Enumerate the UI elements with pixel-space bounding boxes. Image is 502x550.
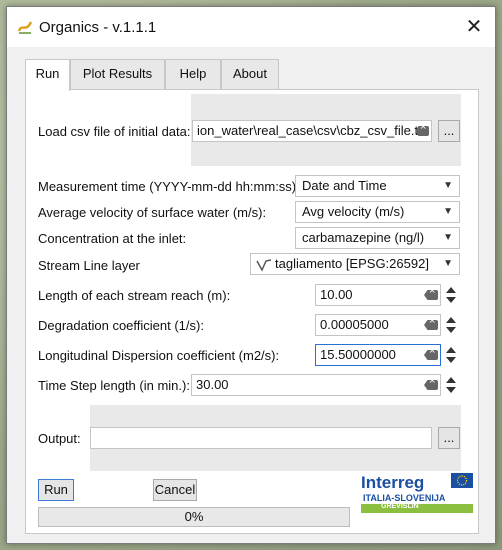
avg-velocity-select[interactable]: Avg velocity (m/s) ▼ bbox=[295, 201, 460, 223]
time-step-label: Time Step length (in min.): bbox=[38, 378, 190, 393]
line-layer-icon bbox=[256, 259, 272, 272]
output-input[interactable] bbox=[90, 427, 432, 449]
csv-file-input[interactable]: ion_water\real_case\csv\cbz_csv_file.txt bbox=[192, 120, 432, 142]
reach-length-label: Length of each stream reach (m): bbox=[38, 288, 231, 303]
chevron-down-icon: ▼ bbox=[443, 232, 453, 243]
spin-up-icon[interactable] bbox=[446, 347, 456, 353]
app-icon bbox=[17, 21, 33, 34]
tab-run[interactable]: Run bbox=[25, 59, 70, 91]
measurement-time-select[interactable]: Date and Time ▼ bbox=[295, 175, 460, 197]
spin-down-icon[interactable] bbox=[446, 327, 456, 333]
run-button[interactable]: Run bbox=[38, 479, 74, 501]
interreg-logo: Interreg ITALIA-SLOVENIJA GREVISLIN bbox=[357, 471, 475, 523]
degradation-label: Degradation coefficient (1/s): bbox=[38, 318, 204, 333]
chevron-down-icon: ▼ bbox=[443, 258, 453, 269]
spin-down-icon[interactable] bbox=[446, 357, 456, 363]
run-panel: Load csv file of initial data: ion_water… bbox=[25, 89, 479, 534]
dispersion-label: Longitudinal Dispersion coefficient (m2/… bbox=[38, 348, 280, 363]
stream-line-select[interactable]: tagliamento [EPSG:26592] ▼ bbox=[250, 253, 460, 275]
dialog-window: Organics - v.1.1.1 ✕ Run Plot Results He… bbox=[6, 6, 496, 544]
chevron-down-icon: ▼ bbox=[443, 180, 453, 191]
logo-brand-text: Interreg bbox=[361, 473, 425, 492]
logo-program-text: ITALIA-SLOVENIJA bbox=[363, 493, 446, 503]
dispersion-stepper[interactable] bbox=[445, 344, 459, 366]
concentration-label: Concentration at the inlet: bbox=[38, 231, 187, 246]
output-label: Output: bbox=[38, 431, 81, 446]
csv-browse-button[interactable]: ... bbox=[438, 120, 460, 142]
logo-project-band: GREVISLIN bbox=[361, 503, 473, 513]
measurement-time-label: Measurement time (YYYY-mm-dd hh:mm:ss): bbox=[38, 179, 300, 194]
progress-bar: 0% bbox=[38, 507, 350, 527]
degradation-input[interactable]: 0.00005000 bbox=[315, 314, 441, 336]
spin-up-icon[interactable] bbox=[446, 377, 456, 383]
load-csv-label: Load csv file of initial data: bbox=[38, 124, 191, 139]
spin-down-icon[interactable] bbox=[446, 387, 456, 393]
window-title: Organics - v.1.1.1 bbox=[39, 19, 157, 36]
dispersion-input[interactable]: 15.50000000 bbox=[315, 344, 441, 366]
stream-line-label: Stream Line layer bbox=[38, 258, 140, 273]
logo-project-text: GREVISLIN bbox=[381, 503, 419, 510]
avg-velocity-label: Average velocity of surface water (m/s): bbox=[38, 205, 267, 220]
concentration-select[interactable]: carbamazepine (ng/l) ▼ bbox=[295, 227, 460, 249]
close-icon[interactable]: ✕ bbox=[459, 13, 489, 41]
degradation-stepper[interactable] bbox=[445, 314, 459, 336]
title-bar: Organics - v.1.1.1 ✕ bbox=[7, 7, 495, 47]
chevron-down-icon: ▼ bbox=[443, 206, 453, 217]
tab-plot-results[interactable]: Plot Results bbox=[70, 59, 165, 89]
tab-help[interactable]: Help bbox=[165, 59, 221, 89]
spin-up-icon[interactable] bbox=[446, 317, 456, 323]
eu-flag-icon bbox=[451, 473, 473, 488]
cancel-button[interactable]: Cancel bbox=[153, 479, 197, 501]
tab-about[interactable]: About bbox=[221, 59, 279, 89]
reach-length-input[interactable]: 10.00 bbox=[315, 284, 441, 306]
reach-length-stepper[interactable] bbox=[445, 284, 459, 306]
time-step-input[interactable]: 30.00 bbox=[191, 374, 441, 396]
spin-up-icon[interactable] bbox=[446, 287, 456, 293]
time-step-stepper[interactable] bbox=[445, 374, 459, 396]
output-browse-button[interactable]: ... bbox=[438, 427, 460, 449]
spin-down-icon[interactable] bbox=[446, 297, 456, 303]
